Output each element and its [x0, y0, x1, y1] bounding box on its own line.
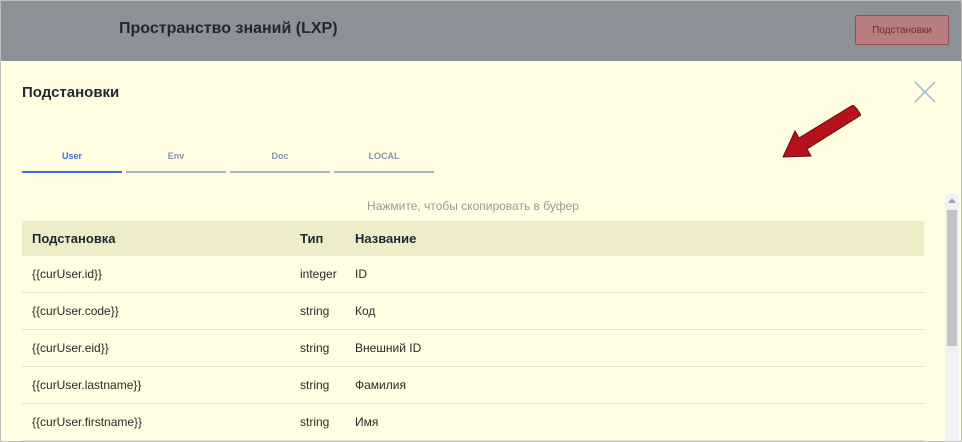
table-row[interactable]: {{curUser.id}} integer ID	[22, 256, 924, 293]
substitutions-modal: Подстановки User Env Doc LOCAL Нажмите, …	[1, 61, 961, 441]
substitution-cell: {{curUser.firstname}}	[32, 415, 143, 429]
table-header: Подстановка Тип Название	[22, 221, 924, 256]
vertical-scrollbar[interactable]	[945, 194, 959, 441]
copy-hint: Нажмите, чтобы скопировать в буфер	[367, 199, 579, 213]
substitution-cell: {{curUser.eid}}	[32, 341, 109, 355]
name-cell: Фамилия	[355, 378, 406, 392]
type-cell: string	[300, 415, 330, 429]
name-cell: Внешний ID	[355, 341, 422, 355]
substitutions-button[interactable]: Подстановки	[855, 15, 949, 45]
column-header-name: Название	[355, 231, 417, 246]
scroll-thumb[interactable]	[947, 210, 957, 346]
column-header-substitution: Подстановка	[32, 231, 116, 246]
substitutions-table: Подстановка Тип Название {{curUser.id}} …	[22, 221, 924, 441]
tab-user[interactable]: User	[22, 149, 122, 173]
app-window: Пространство знаний (LXP) Подстановки По…	[0, 0, 962, 442]
tab-doc[interactable]: Doc	[230, 149, 330, 173]
tab-env[interactable]: Env	[126, 149, 226, 173]
modal-title: Подстановки	[22, 84, 120, 101]
red-arrow-icon	[782, 105, 861, 158]
type-cell: string	[300, 341, 330, 355]
substitution-cell: {{curUser.lastname}}	[32, 378, 142, 392]
type-cell: integer	[300, 267, 337, 281]
tab-local[interactable]: LOCAL	[334, 149, 434, 173]
type-cell: string	[300, 304, 330, 318]
top-bar: Пространство знаний (LXP) Подстановки	[1, 1, 961, 61]
substitution-cell: {{curUser.code}}	[32, 304, 119, 318]
tab-bar: User Env Doc LOCAL	[22, 149, 438, 173]
close-icon[interactable]	[913, 80, 937, 104]
table-row[interactable]: {{curUser.code}} string Код	[22, 293, 924, 330]
substitution-cell: {{curUser.id}}	[32, 267, 103, 281]
name-cell: Имя	[355, 415, 379, 429]
table-row[interactable]: {{curUser.firstname}} string Имя	[22, 404, 924, 441]
scroll-up-arrow-icon[interactable]	[945, 194, 959, 208]
table-row[interactable]: {{curUser.eid}} string Внешний ID	[22, 330, 924, 367]
app-title: Пространство знаний (LXP)	[119, 20, 338, 37]
type-cell: string	[300, 378, 330, 392]
name-cell: ID	[355, 267, 367, 281]
name-cell: Код	[355, 304, 376, 318]
table-row[interactable]: {{curUser.lastname}} string Фамилия	[22, 367, 924, 404]
column-header-type: Тип	[300, 231, 324, 246]
